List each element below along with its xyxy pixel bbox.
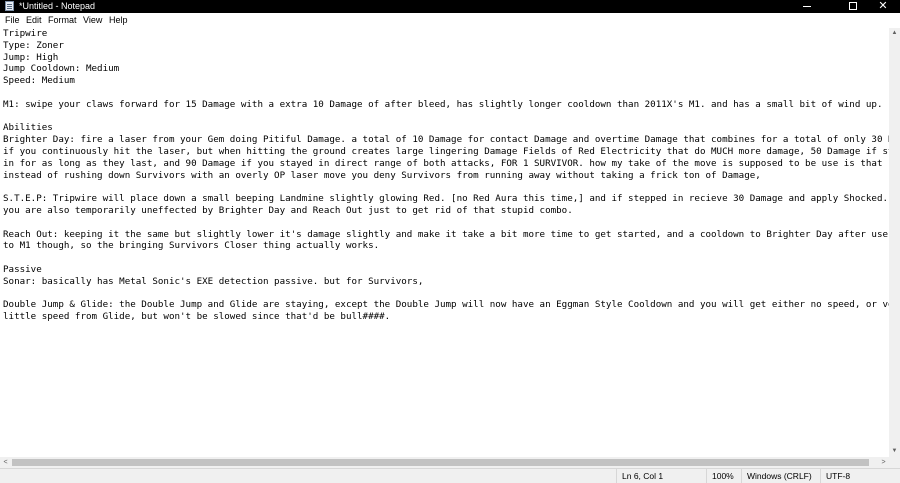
- status-line-ending: Windows (CRLF): [741, 469, 820, 483]
- scroll-right-arrow-icon[interactable]: >: [878, 457, 889, 468]
- scrollbar-corner: [889, 457, 900, 468]
- menu-bar: File Edit Format View Help: [0, 13, 900, 28]
- horizontal-scroll-thumb[interactable]: [12, 459, 869, 466]
- menu-edit[interactable]: Edit: [26, 13, 42, 28]
- scroll-left-arrow-icon[interactable]: <: [0, 457, 11, 468]
- minimize-button[interactable]: [792, 0, 822, 13]
- menu-view[interactable]: View: [83, 13, 102, 28]
- window-title: *Untitled - Notepad: [19, 1, 96, 11]
- scroll-down-arrow-icon[interactable]: ▼: [889, 446, 900, 457]
- vertical-scrollbar[interactable]: ▲ ▼: [889, 28, 900, 457]
- status-bar: Ln 6, Col 1 100% Windows (CRLF) UTF-8: [0, 468, 900, 483]
- menu-help[interactable]: Help: [109, 13, 128, 28]
- status-cursor-position: Ln 6, Col 1: [616, 469, 706, 483]
- close-button[interactable]: ✕: [868, 0, 898, 13]
- horizontal-scrollbar[interactable]: < >: [0, 457, 889, 468]
- notepad-icon: [5, 1, 14, 11]
- text-editor[interactable]: Tripwire Type: Zoner Jump: High Jump Coo…: [0, 28, 889, 457]
- maximize-button[interactable]: [838, 0, 868, 13]
- document-text[interactable]: Tripwire Type: Zoner Jump: High Jump Coo…: [0, 28, 889, 323]
- menu-format[interactable]: Format: [48, 13, 77, 28]
- scroll-up-arrow-icon[interactable]: ▲: [889, 28, 900, 39]
- status-zoom: 100%: [706, 469, 741, 483]
- close-icon: ✕: [878, 0, 888, 12]
- title-bar[interactable]: *Untitled - Notepad ✕: [0, 0, 900, 13]
- menu-file[interactable]: File: [5, 13, 20, 28]
- status-encoding: UTF-8: [820, 469, 900, 483]
